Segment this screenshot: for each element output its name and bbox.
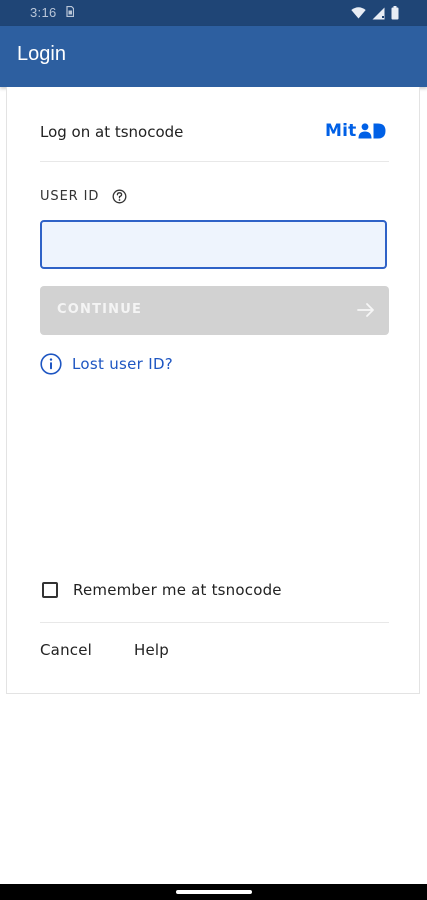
help-button[interactable]: Help	[134, 641, 169, 659]
sim-card-icon	[66, 6, 74, 17]
remember-me-row[interactable]: Remember me at tsnocode	[42, 581, 282, 599]
user-id-label-row: USER ID	[40, 189, 127, 204]
mitid-logo: Mit	[325, 121, 386, 141]
status-icons	[351, 6, 399, 20]
remember-me-label: Remember me at tsnocode	[73, 581, 282, 599]
help-circle-icon[interactable]	[112, 189, 127, 204]
header-divider	[40, 161, 389, 162]
lost-user-id-label: Lost user ID?	[72, 355, 174, 373]
cancel-button[interactable]: Cancel	[40, 641, 92, 659]
home-handle[interactable]	[176, 890, 252, 894]
continue-button[interactable]: CONTINUE	[40, 286, 389, 335]
lost-user-id-link[interactable]: Lost user ID?	[40, 353, 173, 375]
mitid-logo-mark	[358, 123, 386, 139]
login-card: Log on at tsnocode Mit USER ID CONTINUE …	[6, 87, 420, 694]
wifi-icon	[351, 7, 366, 19]
mitid-logo-text: Mit	[325, 121, 357, 141]
footer-divider	[40, 622, 389, 623]
arrow-right-icon	[357, 303, 374, 317]
signal-icon	[372, 7, 385, 19]
continue-button-label: CONTINUE	[57, 302, 143, 317]
battery-icon	[391, 6, 399, 20]
user-id-input[interactable]	[40, 220, 387, 269]
status-time: 3:16	[30, 5, 57, 20]
login-title: Log on at tsnocode	[40, 123, 184, 141]
user-id-label: USER ID	[40, 189, 100, 204]
app-bar-title: Login	[17, 43, 66, 65]
navigation-bar	[0, 884, 427, 900]
info-icon	[40, 353, 62, 375]
status-bar: 3:16	[0, 0, 427, 26]
app-bar: Login	[0, 26, 427, 87]
remember-me-checkbox[interactable]	[42, 582, 58, 598]
